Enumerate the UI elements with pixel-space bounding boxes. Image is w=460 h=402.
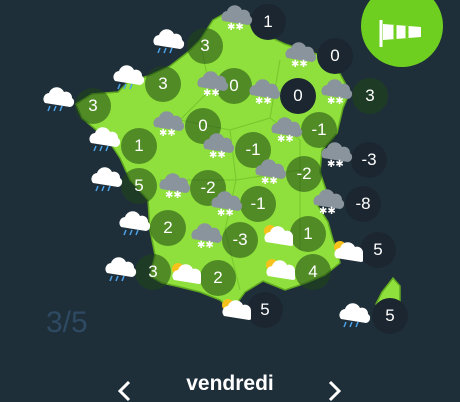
svg-text:✱✱: ✱✱ bbox=[165, 190, 182, 201]
temperature-marker: -1 bbox=[240, 186, 276, 222]
page-indicator: 3/5 bbox=[46, 306, 88, 339]
rain-cloud-icon bbox=[119, 211, 151, 236]
svg-text:✱✱: ✱✱ bbox=[209, 150, 226, 161]
temperature-marker: 3 bbox=[75, 88, 111, 124]
svg-text:✱✱: ✱✱ bbox=[203, 88, 220, 99]
temperature-marker: 0 bbox=[280, 78, 316, 114]
temperature-marker: 3 bbox=[187, 28, 223, 64]
rain-cloud-icon bbox=[113, 65, 145, 90]
next-day-button[interactable] bbox=[327, 380, 343, 402]
svg-text:✱✱: ✱✱ bbox=[327, 159, 344, 170]
sun-cloud-icon bbox=[264, 225, 293, 246]
temperature-marker: 5 bbox=[247, 292, 283, 328]
sun-cloud-icon bbox=[222, 299, 251, 320]
svg-text:✱✱: ✱✱ bbox=[255, 96, 272, 107]
temperature-marker: 4 bbox=[295, 254, 331, 290]
temperature-marker: 1 bbox=[290, 216, 326, 252]
temperature-marker: 5 bbox=[372, 298, 408, 334]
snow-cloud-icon: ✱✱ bbox=[203, 133, 235, 161]
svg-text:✱✱: ✱✱ bbox=[227, 22, 244, 33]
rain-cloud-icon bbox=[105, 257, 137, 282]
chevron-right-icon bbox=[328, 380, 342, 402]
snow-cloud-icon: ✱✱ bbox=[321, 142, 353, 170]
rain-cloud-icon bbox=[91, 167, 123, 192]
rain-cloud-icon bbox=[89, 127, 121, 152]
snow-cloud-icon: ✱✱ bbox=[271, 117, 303, 145]
svg-text:✱✱: ✱✱ bbox=[197, 240, 214, 251]
temperature-marker: 2 bbox=[200, 260, 236, 296]
rain-cloud-icon bbox=[153, 29, 185, 54]
sun-cloud-icon bbox=[266, 259, 295, 280]
temperature-marker: 0 bbox=[317, 38, 353, 74]
snow-cloud-icon: ✱✱ bbox=[321, 79, 353, 107]
snow-cloud-icon: ✱✱ bbox=[153, 111, 185, 139]
snow-cloud-icon: ✱✱ bbox=[159, 173, 191, 201]
snow-cloud-icon: ✱✱ bbox=[191, 223, 223, 251]
windsock-icon bbox=[379, 20, 421, 47]
svg-text:✱✱: ✱✱ bbox=[277, 134, 294, 145]
temperature-marker: 5 bbox=[360, 232, 396, 268]
svg-text:✱✱: ✱✱ bbox=[159, 128, 176, 139]
temperature-marker: -3 bbox=[351, 142, 387, 178]
temperature-marker: 3 bbox=[135, 254, 171, 290]
snow-cloud-icon: ✱✱ bbox=[221, 5, 253, 33]
rain-cloud-icon bbox=[339, 303, 371, 328]
svg-text:✱✱: ✱✱ bbox=[319, 206, 336, 217]
svg-text:✱✱: ✱✱ bbox=[217, 208, 234, 219]
sun-cloud-icon bbox=[334, 241, 363, 262]
temperature-marker: -8 bbox=[345, 186, 381, 222]
snow-cloud-icon: ✱✱ bbox=[249, 79, 281, 107]
snow-cloud-icon: ✱✱ bbox=[313, 189, 345, 217]
snow-cloud-icon: ✱✱ bbox=[285, 42, 317, 70]
snow-cloud-icon: ✱✱ bbox=[255, 159, 287, 187]
temperature-marker: 3 bbox=[352, 78, 388, 114]
temperature-marker: 1 bbox=[250, 4, 286, 40]
temperature-marker: 5 bbox=[121, 168, 157, 204]
snow-cloud-icon: ✱✱ bbox=[197, 71, 229, 99]
temperature-marker: 3 bbox=[145, 66, 181, 102]
svg-text:✱✱: ✱✱ bbox=[327, 96, 344, 107]
temperature-marker: 2 bbox=[150, 210, 186, 246]
snow-cloud-icon: ✱✱ bbox=[211, 191, 243, 219]
temperature-marker: -3 bbox=[222, 222, 258, 258]
svg-text:✱✱: ✱✱ bbox=[291, 59, 308, 70]
rain-cloud-icon bbox=[43, 87, 75, 112]
sun-cloud-icon bbox=[172, 263, 201, 284]
day-label: vendredi bbox=[186, 372, 274, 395]
svg-text:✱✱: ✱✱ bbox=[261, 176, 278, 187]
